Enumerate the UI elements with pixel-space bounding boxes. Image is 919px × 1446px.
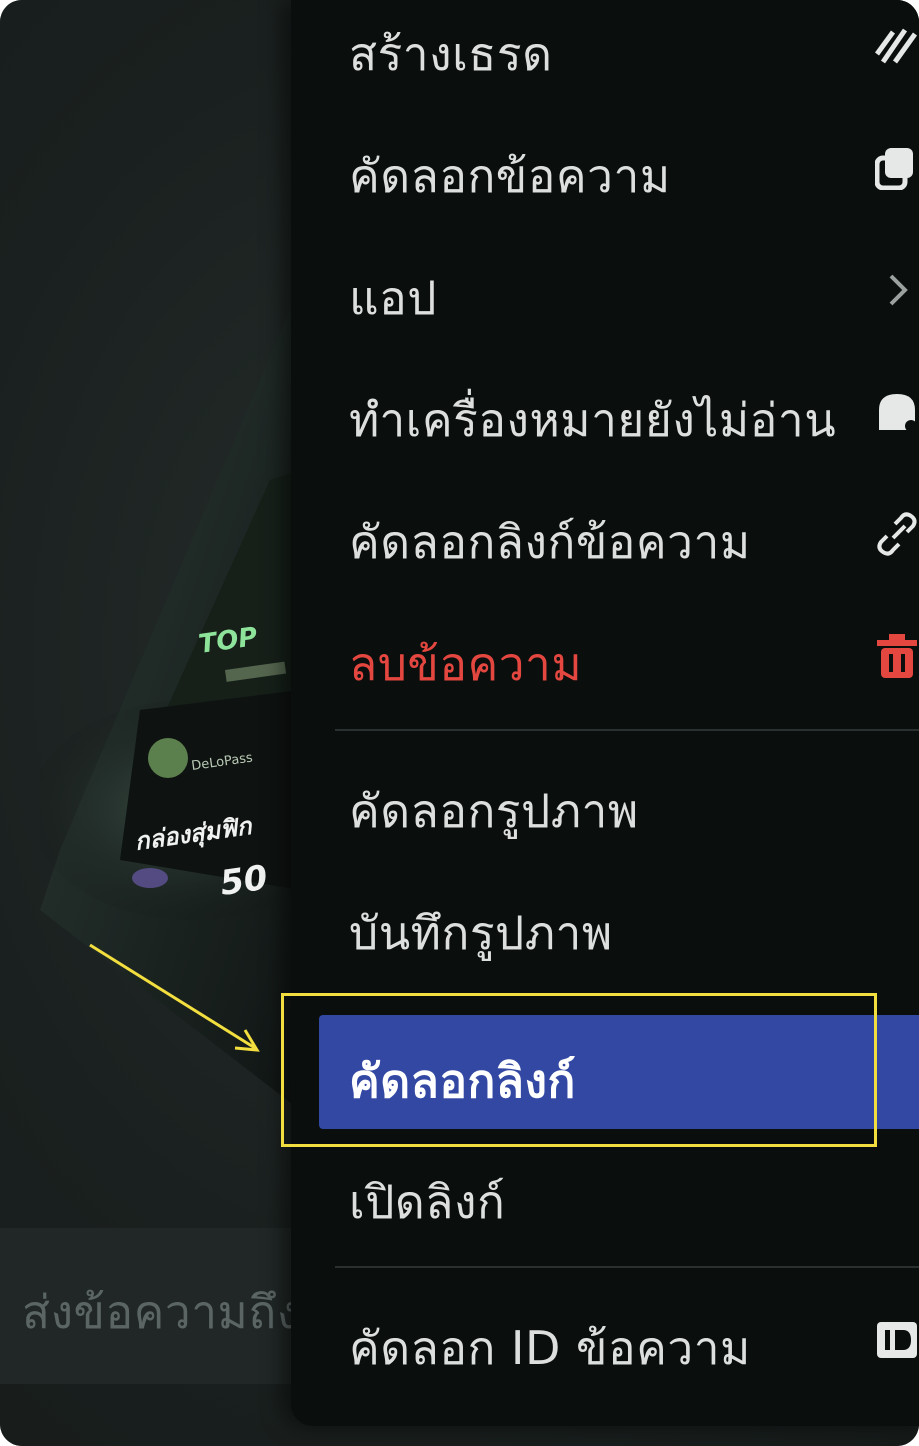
menu-item-copy-message-id[interactable]: คัดลอก ID ข้อความ [291, 1286, 919, 1396]
menu-item-copy-text[interactable]: คัดลอกข้อความ [291, 114, 919, 224]
preview-number-text: 50 [218, 858, 270, 904]
menu-divider [335, 1266, 919, 1268]
menu-item-create-thread[interactable]: สร้างเธรด [291, 0, 919, 102]
menu-item-apps[interactable]: แอป [291, 236, 919, 346]
menu-item-label: เปิดลิงก์ [349, 1175, 506, 1229]
context-menu: สร้างเธรด คัดลอกข้อความ แอป ทำเครื่องหมา… [291, 0, 919, 1426]
annotation-highlight-box [281, 993, 877, 1147]
trash-icon [877, 634, 917, 678]
menu-item-save-image[interactable]: บันทึกรูปภาพ [291, 871, 919, 981]
menu-item-copy-image[interactable]: คัดลอกรูปภาพ [291, 749, 919, 859]
unread-icon [879, 394, 917, 432]
menu-divider [335, 729, 919, 731]
id-icon [877, 1322, 917, 1358]
menu-item-copy-message-link[interactable]: คัดลอกลิงก์ข้อความ [291, 480, 919, 590]
copy-icon [875, 148, 913, 190]
message-input[interactable]: ส่งข้อความถึง [22, 1276, 292, 1349]
chevron-right-icon [889, 274, 908, 306]
menu-item-label: ทำเครื่องหมายยังไม่อ่าน [349, 393, 837, 447]
menu-item-label: แอป [349, 271, 437, 325]
menu-item-delete-message[interactable]: ลบข้อความ [291, 602, 919, 712]
annotation-arrow [89, 943, 260, 1052]
menu-item-label: คัดลอกข้อความ [349, 149, 671, 203]
thread-icon [875, 28, 918, 64]
link-icon [877, 512, 917, 556]
menu-item-label: คัดลอกรูปภาพ [349, 784, 639, 838]
preview-logo-icon [148, 738, 188, 778]
menu-item-label: คัดลอก ID ข้อความ [349, 1321, 751, 1375]
menu-item-label: บันทึกรูปภาพ [349, 906, 613, 960]
menu-item-open-link[interactable]: เปิดลิงก์ [291, 1140, 919, 1250]
menu-item-label: ลบข้อความ [349, 637, 583, 691]
menu-item-mark-unread[interactable]: ทำเครื่องหมายยังไม่อ่าน [291, 358, 919, 468]
screenshot-frame: TOP DeLoPass กล่องสุ่มฟิก 50 ส่งข้อความถ… [0, 0, 919, 1446]
menu-item-label: สร้างเธรด [349, 27, 553, 81]
menu-item-label: คัดลอกลิงก์ข้อความ [349, 515, 751, 569]
